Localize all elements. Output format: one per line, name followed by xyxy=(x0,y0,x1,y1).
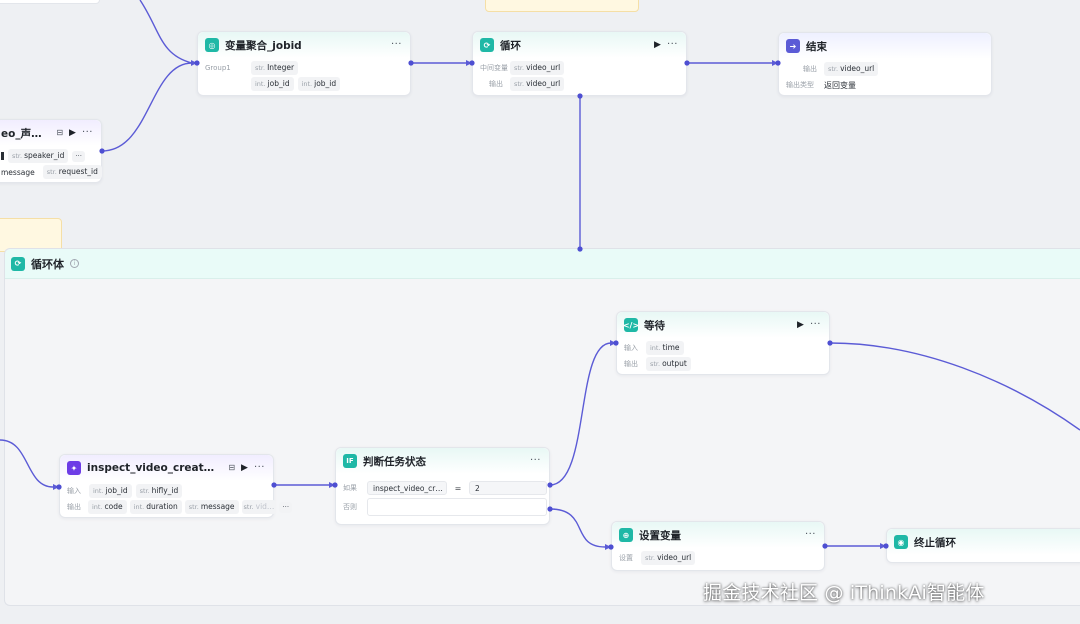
variable-tag: str. message xyxy=(184,500,239,514)
more-options-icon[interactable]: ··· xyxy=(805,530,816,540)
node-title: 结束 xyxy=(806,40,827,53)
row-label: 输入 xyxy=(624,344,638,352)
row-label: 输出 xyxy=(803,65,817,73)
plugin-icon: ✦ xyxy=(67,461,81,475)
variable-tag: str. vid… xyxy=(241,500,277,514)
variable-aggregate-icon: ◎ xyxy=(205,38,219,52)
run-icon[interactable]: ▶ xyxy=(69,128,76,138)
sticky-note[interactable] xyxy=(485,0,639,12)
row-label: 输出 xyxy=(67,503,81,511)
variable-tag: message xyxy=(1,167,35,177)
variable-tag: int. code xyxy=(88,500,127,514)
loop-icon: ⟳ xyxy=(11,256,25,271)
row-label: 设置 xyxy=(619,554,633,562)
end-node[interactable]: ➔ 结束 输出 str. video_url 输出类型 返回变量 xyxy=(778,32,992,96)
more-variables-indicator[interactable]: ··· xyxy=(279,501,293,513)
variable-tag: str. Integer xyxy=(251,61,299,75)
variable-tag: int. job_id xyxy=(251,77,294,91)
sticky-note[interactable] xyxy=(0,218,62,252)
variable-tag: str. video_url xyxy=(641,551,696,565)
variable-tag: int. time xyxy=(646,341,684,355)
node-title: 循环 xyxy=(500,39,521,52)
sticky-note[interactable] xyxy=(0,0,100,4)
end-icon: ➔ xyxy=(786,39,800,53)
row-label: 输出 xyxy=(489,80,503,88)
node-title: 等待 xyxy=(644,319,665,332)
loop-icon: ⟳ xyxy=(480,38,494,52)
more-options-icon[interactable]: ··· xyxy=(667,40,678,50)
row-label: 输出类型 xyxy=(786,81,814,89)
more-options-icon[interactable]: ··· xyxy=(810,320,821,330)
variable-tag: str. speaker_id xyxy=(8,149,69,163)
group-label: Group1 xyxy=(205,64,231,72)
variable-tag: str. video_url xyxy=(510,61,565,75)
condition-left-field[interactable]: inspect_video_cr… xyxy=(367,481,447,495)
output-type-value: 返回变量 xyxy=(824,80,856,90)
watermark: 掘金技术社区 @ iThinkAi智能体 xyxy=(703,582,985,604)
edge-voice-to-var-agg xyxy=(101,62,193,152)
inspect-video-plugin-node[interactable]: ✦ inspect_video_creation_sta… ⊟ ▶ ··· 输入… xyxy=(59,454,293,518)
set-variable-icon: ⊕ xyxy=(619,528,633,542)
variable-tag: str. request_id xyxy=(42,165,102,179)
row-label: 输入 xyxy=(67,487,81,495)
condition-operator: = xyxy=(454,483,462,493)
variable-tag: str. video_url xyxy=(824,62,879,76)
variable-tag: str. hifly_id xyxy=(135,484,183,498)
row-label: 中间变量 xyxy=(480,64,508,72)
variable-tag: str. output xyxy=(646,357,691,371)
workflow-canvas[interactable]: ⟳ 循环体 i ◎ 变量聚合_jobid ··· Group1 str. Inte… xyxy=(0,0,1080,624)
run-icon[interactable]: ▶ xyxy=(241,463,248,473)
input-marker xyxy=(1,152,4,160)
variable-tag: int. duration xyxy=(129,500,182,514)
row-label: 否则 xyxy=(343,503,357,511)
wait-node[interactable]: </> 等待 ▶ ··· 输入 int. time 输出 str. output xyxy=(616,311,830,375)
set-variable-node[interactable]: ⊕ 设置变量 ··· 设置 str. video_url xyxy=(611,521,825,571)
condition-value-field[interactable]: 2 xyxy=(469,481,547,495)
stop-loop-icon: ◉ xyxy=(894,535,908,549)
variable-tag: str. video_url xyxy=(510,77,565,91)
loop-body-title: 循环体 xyxy=(31,257,64,271)
loop-body-header[interactable]: ⟳ 循环体 i xyxy=(5,249,1080,279)
variable-tag: int. job_id xyxy=(297,77,341,91)
edge-top-to-var-agg xyxy=(139,0,193,64)
info-icon[interactable]: i xyxy=(70,259,79,268)
node-title: 设置变量 xyxy=(639,529,681,542)
run-icon[interactable]: ▶ xyxy=(654,40,661,50)
more-options-icon[interactable]: ··· xyxy=(82,128,93,138)
run-icon[interactable]: ▶ xyxy=(797,320,804,330)
history-icon[interactable]: ⊟ xyxy=(56,129,63,137)
voice-node[interactable]: eo_声音… ⊟ ▶ ··· str.speaker_id ··· messag… xyxy=(0,119,102,183)
node-title: inspect_video_creation_sta… xyxy=(87,462,216,474)
node-title: 判断任务状态 xyxy=(363,455,426,468)
break-loop-node[interactable]: ◉ 终止循环 xyxy=(886,528,1080,563)
condition-icon: IF xyxy=(343,454,357,468)
node-title: 终止循环 xyxy=(914,536,956,549)
code-icon: </> xyxy=(623,318,639,332)
row-label: 如果 xyxy=(343,484,357,492)
loop-node[interactable]: ⟳ 循环 ▶ ··· 中间变量 str. video_url 输出 str. vid… xyxy=(472,31,687,96)
more-variables-indicator[interactable]: ··· xyxy=(72,150,86,162)
node-title: eo_声音… xyxy=(1,127,44,140)
more-options-icon[interactable]: ··· xyxy=(254,463,265,473)
more-options-icon[interactable]: ··· xyxy=(530,456,541,466)
else-branch-field[interactable] xyxy=(367,498,547,516)
variable-tag: int. job_id xyxy=(89,484,132,498)
history-icon[interactable]: ⊟ xyxy=(228,464,235,472)
more-options-icon[interactable]: ··· xyxy=(391,40,402,50)
row-label: 输出 xyxy=(624,360,638,368)
variable-aggregate-node[interactable]: ◎ 变量聚合_jobid ··· Group1 str. Integer int.… xyxy=(197,31,411,96)
condition-node[interactable]: IF 判断任务状态 ··· 如果 inspect_video_cr… = 2 否… xyxy=(335,447,550,525)
node-title: 变量聚合_jobid xyxy=(225,39,302,52)
